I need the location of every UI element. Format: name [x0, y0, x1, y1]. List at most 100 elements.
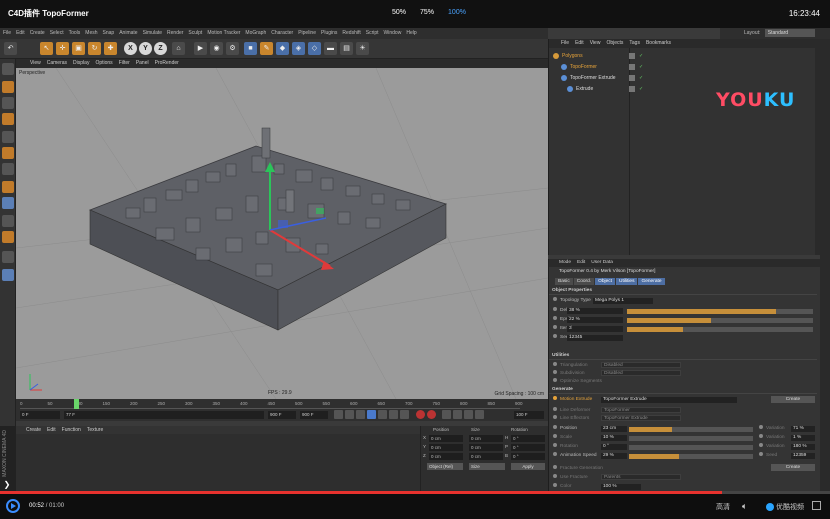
select-icon[interactable]: ↖ — [40, 42, 53, 55]
prev-key-icon[interactable] — [345, 410, 354, 419]
menu-edit[interactable]: Edit — [16, 28, 25, 39]
frame-right-field[interactable]: 100 F — [514, 411, 544, 419]
menu-snap[interactable]: Snap — [103, 28, 115, 39]
menu-animate[interactable]: Animate — [119, 28, 137, 39]
coord-size-field[interactable]: 0 cm — [469, 444, 503, 451]
object-menu-view[interactable]: View — [590, 39, 601, 48]
topology-type-dropdown[interactable]: Mega Polys 1 — [593, 298, 653, 304]
material-menu-edit[interactable]: Edit — [47, 426, 56, 434]
scale-icon[interactable]: ▣ — [72, 42, 85, 55]
timeline-playhead[interactable] — [74, 399, 79, 409]
param-value-field[interactable]: 12345 — [567, 335, 623, 341]
coord-size-field[interactable]: 0 cm — [469, 435, 503, 442]
viewport-menu-options[interactable]: Options — [95, 59, 112, 68]
menu-mesh[interactable]: Mesh — [85, 28, 97, 39]
model-mode-icon[interactable] — [2, 81, 14, 93]
start-frame-field[interactable]: 0 F — [20, 411, 60, 419]
color-field[interactable]: 100 % — [601, 484, 641, 490]
object-row[interactable]: Extrude ✓ — [567, 84, 643, 94]
generate-param-field[interactable]: 23 cm — [601, 426, 627, 432]
coord-size-dropdown[interactable]: Size — [469, 463, 505, 470]
scale-key-icon[interactable] — [464, 410, 473, 419]
menu-redshift[interactable]: Redshift — [342, 28, 360, 39]
generate-param-slider[interactable] — [629, 453, 753, 459]
material-menu-create[interactable]: Create — [26, 426, 41, 434]
axis-mode-icon[interactable] — [2, 113, 14, 125]
autokey-icon[interactable] — [427, 410, 436, 419]
object-menu-edit[interactable]: Edit — [575, 39, 584, 48]
render-view-icon[interactable]: ▶ — [194, 42, 207, 55]
coord-rotation-field[interactable]: 0 ° — [511, 435, 545, 442]
volume-icon[interactable]: 🔈︎ — [742, 501, 747, 512]
visibility-toggle[interactable] — [629, 64, 635, 70]
workplane-icon[interactable] — [2, 231, 14, 243]
menu-motion-tracker[interactable]: Motion Tracker — [207, 28, 240, 39]
prev-frame-icon[interactable] — [356, 410, 365, 419]
menu-create[interactable]: Create — [30, 28, 45, 39]
camera-icon[interactable]: ▤ — [340, 42, 353, 55]
coord-size-field[interactable]: 0 cm — [469, 453, 503, 460]
locked-workplane-icon[interactable] — [2, 251, 14, 263]
end-frame-field-2[interactable]: 900 F — [300, 411, 328, 419]
texture-mode-icon[interactable] — [2, 97, 14, 109]
cube-icon[interactable]: ■ — [244, 42, 257, 55]
undo-icon[interactable]: ↶ — [4, 42, 17, 55]
pen-icon[interactable]: ✎ — [260, 42, 273, 55]
coord-rotation-field[interactable]: 0 ° — [511, 453, 545, 460]
param-value-field[interactable]: 22 % — [567, 317, 623, 323]
layout-dropdown[interactable]: Standard — [764, 29, 815, 37]
current-frame-field[interactable]: 77 F — [64, 411, 264, 419]
rotate-icon[interactable]: ↻ — [88, 42, 101, 55]
menu-file[interactable]: File — [3, 28, 11, 39]
enabled-check-icon[interactable]: ✓ — [639, 64, 643, 70]
attribute-menu-user-data[interactable]: User Data — [591, 259, 613, 267]
tab-object[interactable]: Object — [595, 278, 616, 285]
zoom-50-button[interactable]: 50% — [392, 9, 406, 16]
end-frame-field[interactable]: 900 F — [268, 411, 296, 419]
deformer-icon[interactable]: ◇ — [308, 42, 321, 55]
visibility-toggle[interactable] — [629, 86, 635, 92]
create-button[interactable]: Create — [771, 396, 815, 403]
variation-field[interactable]: 71 % — [791, 426, 815, 432]
menu-window[interactable]: Window — [384, 28, 402, 39]
viewport-perspective[interactable]: Perspective FPS: 29.9 Grid Spacing: 10… — [16, 68, 548, 399]
keyframe-selection-icon[interactable] — [442, 410, 451, 419]
variation-field[interactable]: 180 % — [791, 444, 815, 450]
zoom-75-button[interactable]: 75% — [420, 9, 434, 16]
next-frame-icon[interactable] — [378, 410, 387, 419]
material-menu-texture[interactable]: Texture — [87, 426, 103, 434]
coordinate-system-icon[interactable]: ⌂ — [172, 42, 185, 55]
solo-icon[interactable] — [2, 269, 14, 281]
param-value-field[interactable]: 3 — [567, 326, 623, 332]
object-menu-tags[interactable]: Tags — [629, 39, 640, 48]
attribute-menu-edit[interactable]: Edit — [577, 259, 585, 267]
render-picture-icon[interactable]: ◉ — [210, 42, 223, 55]
material-menu-function[interactable]: Function — [62, 426, 81, 434]
tweak-mode-icon[interactable] — [2, 197, 14, 209]
generate-param-slider[interactable] — [629, 444, 753, 450]
viewport-menu-filter[interactable]: Filter — [119, 59, 130, 68]
param-slider[interactable] — [627, 317, 813, 323]
generate-param-field[interactable]: 29 % — [601, 453, 627, 459]
enabled-check-icon[interactable]: ✓ — [639, 75, 643, 81]
object-row[interactable]: TopoFormer ✓ — [561, 62, 643, 72]
enabled-check-icon[interactable]: ✓ — [639, 86, 643, 92]
use-fracture-dropdown[interactable]: Parents — [601, 474, 681, 480]
object-menu-objects[interactable]: Objects — [606, 39, 623, 48]
coord-rotation-field[interactable]: 0 ° — [511, 444, 545, 451]
coord-position-field[interactable]: 0 cm — [429, 435, 463, 442]
move-icon[interactable]: ✛ — [56, 42, 69, 55]
object-menu-file[interactable]: File — [561, 39, 569, 48]
attribute-menu-mode[interactable]: Mode — [559, 259, 571, 267]
go-to-start-icon[interactable] — [334, 410, 343, 419]
light-icon[interactable]: ☀ — [356, 42, 369, 55]
youku-brand-button[interactable]: 优酷视频 — [766, 502, 804, 512]
generate-param-slider[interactable] — [629, 435, 753, 441]
points-mode-icon[interactable] — [2, 131, 14, 143]
coord-position-field[interactable]: 0 cm — [429, 453, 463, 460]
utility-dropdown[interactable]: Disabled — [601, 370, 681, 376]
position-key-icon[interactable] — [453, 410, 462, 419]
polygons-mode-icon[interactable] — [2, 163, 14, 175]
floor-icon[interactable]: ▬ — [324, 42, 337, 55]
z-axis-icon[interactable]: Z — [154, 42, 167, 55]
